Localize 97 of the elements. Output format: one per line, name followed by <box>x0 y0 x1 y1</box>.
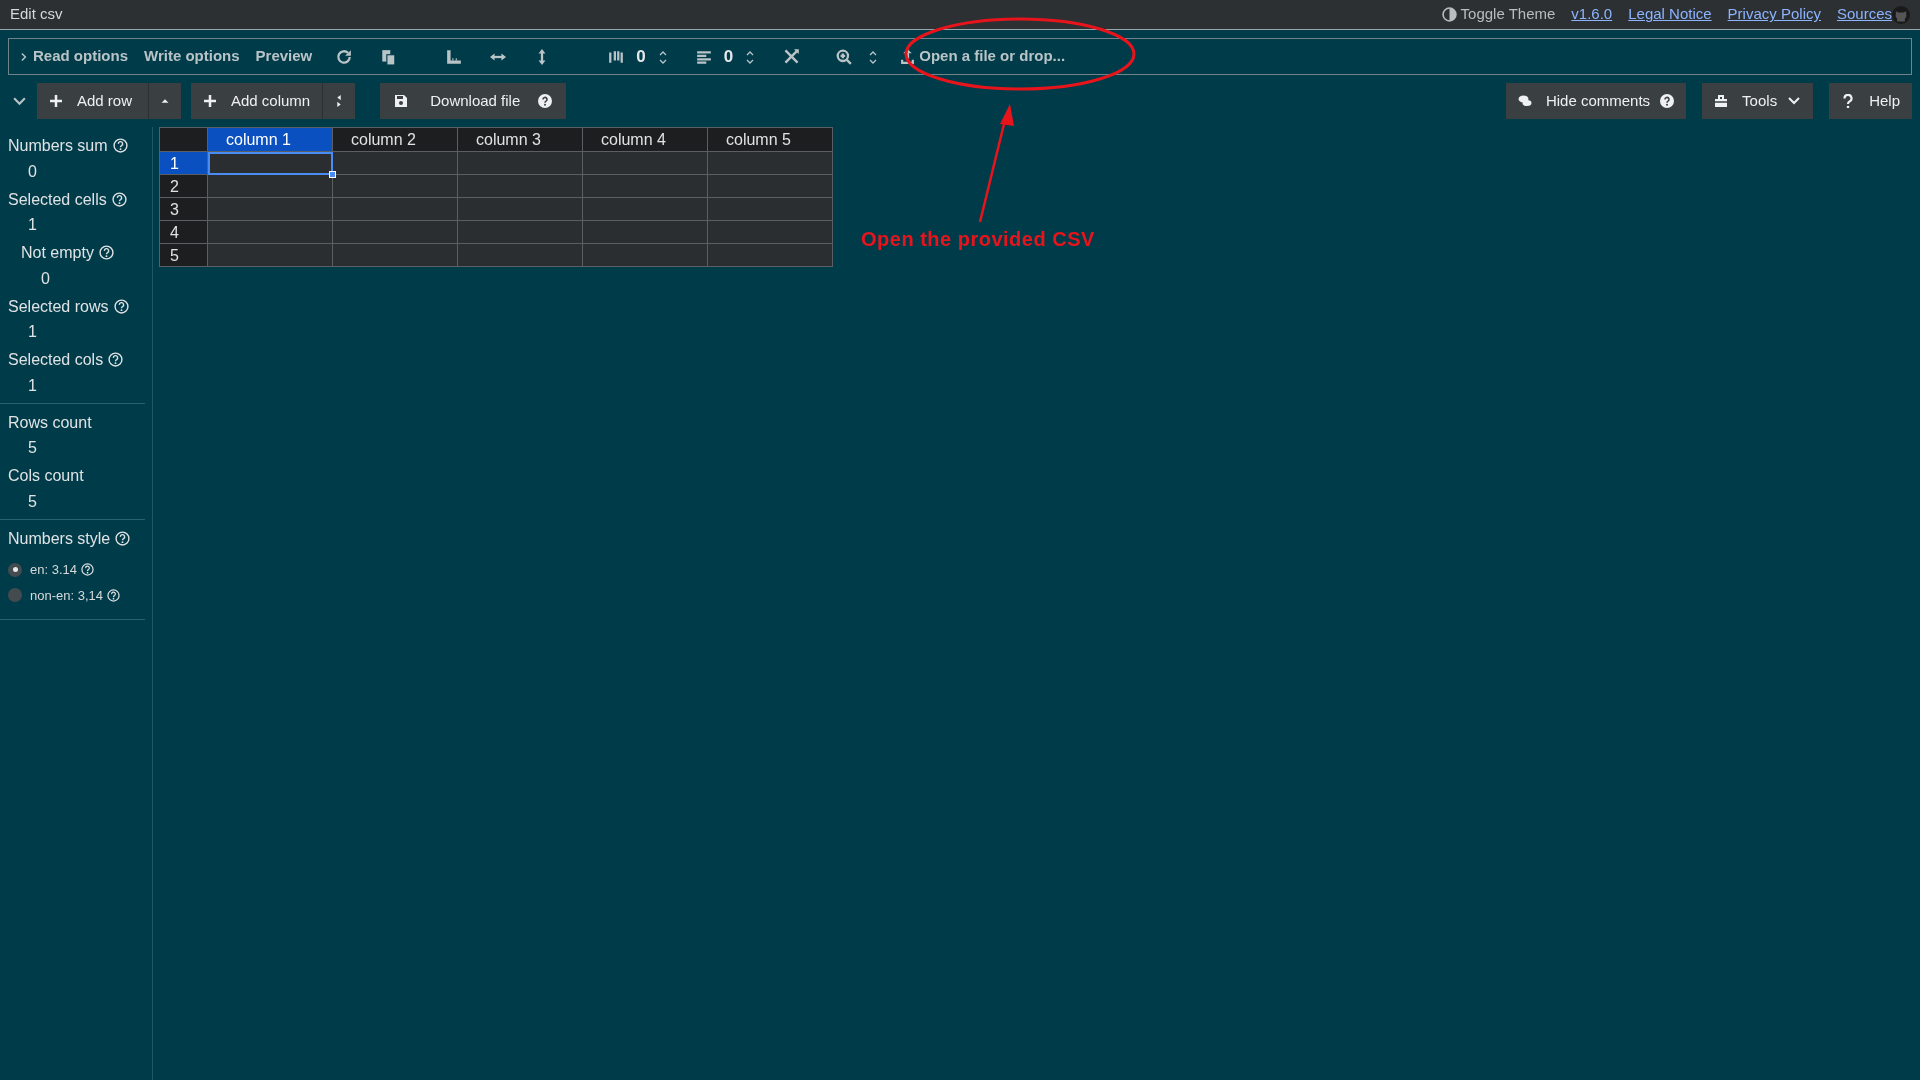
stat-label: Rows count <box>8 412 92 432</box>
padding-value: 0 <box>636 45 646 68</box>
align-lines-icon[interactable] <box>695 48 712 65</box>
help-icon[interactable] <box>115 530 131 546</box>
read-options-toggle[interactable]: Read options <box>19 45 128 68</box>
indent-value: 0 <box>723 45 734 68</box>
column-header[interactable]: column 5 <box>707 127 833 152</box>
table-cell[interactable] <box>582 220 708 244</box>
table-cell[interactable] <box>707 243 833 267</box>
table-cell[interactable] <box>207 243 333 267</box>
table-cell[interactable] <box>707 197 833 221</box>
toolbox-icon <box>1714 94 1729 108</box>
table-cell[interactable] <box>457 174 583 198</box>
stat-value: 5 <box>28 438 38 457</box>
table-cell[interactable] <box>582 174 708 198</box>
table-cell[interactable] <box>207 151 333 175</box>
table-cell[interactable] <box>707 220 833 244</box>
upload-icon <box>900 49 916 64</box>
table-cell[interactable] <box>332 174 458 198</box>
add-column-button[interactable]: Add column <box>191 83 323 119</box>
table-cell[interactable] <box>207 220 333 244</box>
reload-icon[interactable] <box>336 48 353 65</box>
radio-label: en: 3.14 <box>30 560 94 580</box>
help-icon[interactable] <box>98 245 114 260</box>
table-cell[interactable] <box>582 243 708 267</box>
table-cell[interactable] <box>207 197 333 221</box>
table-cell[interactable] <box>707 151 833 175</box>
stat-value: 1 <box>28 375 38 395</box>
help-icon[interactable] <box>112 138 128 153</box>
stat-label: Numbers sum <box>8 136 128 155</box>
annotation-text: Open the provided CSV <box>861 227 1095 252</box>
fill-handle[interactable] <box>329 171 336 178</box>
header-link[interactable]: v1.6.0 <box>1571 3 1613 26</box>
corner-cell <box>159 127 208 152</box>
table-cell[interactable] <box>457 151 583 175</box>
open-file-button[interactable]: Open a file or drop... <box>900 45 1066 68</box>
row-header[interactable]: 4 <box>159 220 208 244</box>
radio-button[interactable] <box>8 562 22 577</box>
table-cell[interactable] <box>457 243 583 267</box>
add-row-button[interactable]: Add row <box>37 83 148 119</box>
zoom-in-icon[interactable] <box>836 48 853 65</box>
table-cell[interactable] <box>332 243 458 267</box>
stat-label: Selected rows <box>8 296 129 316</box>
stat-value: 0 <box>28 161 38 181</box>
help-icon[interactable] <box>81 563 94 577</box>
help-icon <box>538 94 553 108</box>
stat-label: Selected cells <box>8 189 127 209</box>
question-mark-icon <box>1841 94 1856 108</box>
row-header[interactable]: 1 <box>159 151 208 175</box>
row-header[interactable]: 3 <box>159 197 208 221</box>
table-cell[interactable] <box>582 197 708 221</box>
stat-label: Cols count <box>8 466 84 485</box>
help-icon <box>1660 94 1675 108</box>
stat-value: 5 <box>28 491 38 511</box>
left-right-caret-button[interactable] <box>322 83 356 119</box>
help-button[interactable]: Help <box>1829 83 1912 119</box>
stat-value: 1 <box>28 215 38 234</box>
table-cell[interactable] <box>332 220 458 244</box>
help-icon[interactable] <box>111 191 127 207</box>
sources-link[interactable]: Sources <box>1836 3 1892 26</box>
radio-label: non-en: 3,14 <box>30 585 120 605</box>
row-header[interactable]: 2 <box>159 174 208 198</box>
table-cell[interactable] <box>582 151 708 175</box>
paste-icon[interactable] <box>380 48 397 65</box>
preview-toggle[interactable]: Preview <box>255 45 313 68</box>
table-cell[interactable] <box>457 197 583 221</box>
theme-toggle[interactable]: Toggle Theme <box>1441 3 1556 26</box>
table-cell[interactable] <box>332 197 458 221</box>
table-cell[interactable] <box>457 220 583 244</box>
radio-button[interactable] <box>8 588 22 603</box>
header-link[interactable]: Privacy Policy <box>1727 3 1821 26</box>
window-title: Edit csv <box>10 4 63 25</box>
tools-dropdown-button[interactable]: Tools <box>1702 83 1814 119</box>
plus-icon <box>203 94 217 108</box>
column-header[interactable]: column 3 <box>457 127 583 152</box>
column-header[interactable]: column 2 <box>332 127 458 152</box>
hide-comments-button[interactable]: Hide comments <box>1505 83 1687 119</box>
write-options-toggle[interactable]: Write options <box>144 45 240 68</box>
column-header[interactable]: column 1 <box>207 127 333 152</box>
table-cell[interactable] <box>707 174 833 198</box>
stat-value: 1 <box>28 322 38 341</box>
header-link[interactable]: Legal Notice <box>1628 3 1712 26</box>
contrast-icon <box>1441 7 1457 22</box>
stat-value: 0 <box>41 268 51 288</box>
plus-icon <box>49 94 63 108</box>
stat-label: Not empty <box>21 243 114 262</box>
help-icon[interactable] <box>108 352 124 367</box>
download-file-button[interactable]: Download file <box>380 83 567 119</box>
ruler-icon[interactable] <box>446 48 463 65</box>
column-header[interactable]: column 4 <box>582 127 708 152</box>
column-lines-icon[interactable] <box>608 48 625 65</box>
row-header[interactable]: 5 <box>159 243 208 267</box>
help-icon[interactable] <box>113 298 129 314</box>
stat-label: Selected cols <box>8 350 124 369</box>
stat-label: Numbers style <box>8 528 131 548</box>
speech-bubbles-icon <box>1517 94 1532 108</box>
help-icon[interactable] <box>107 588 120 602</box>
